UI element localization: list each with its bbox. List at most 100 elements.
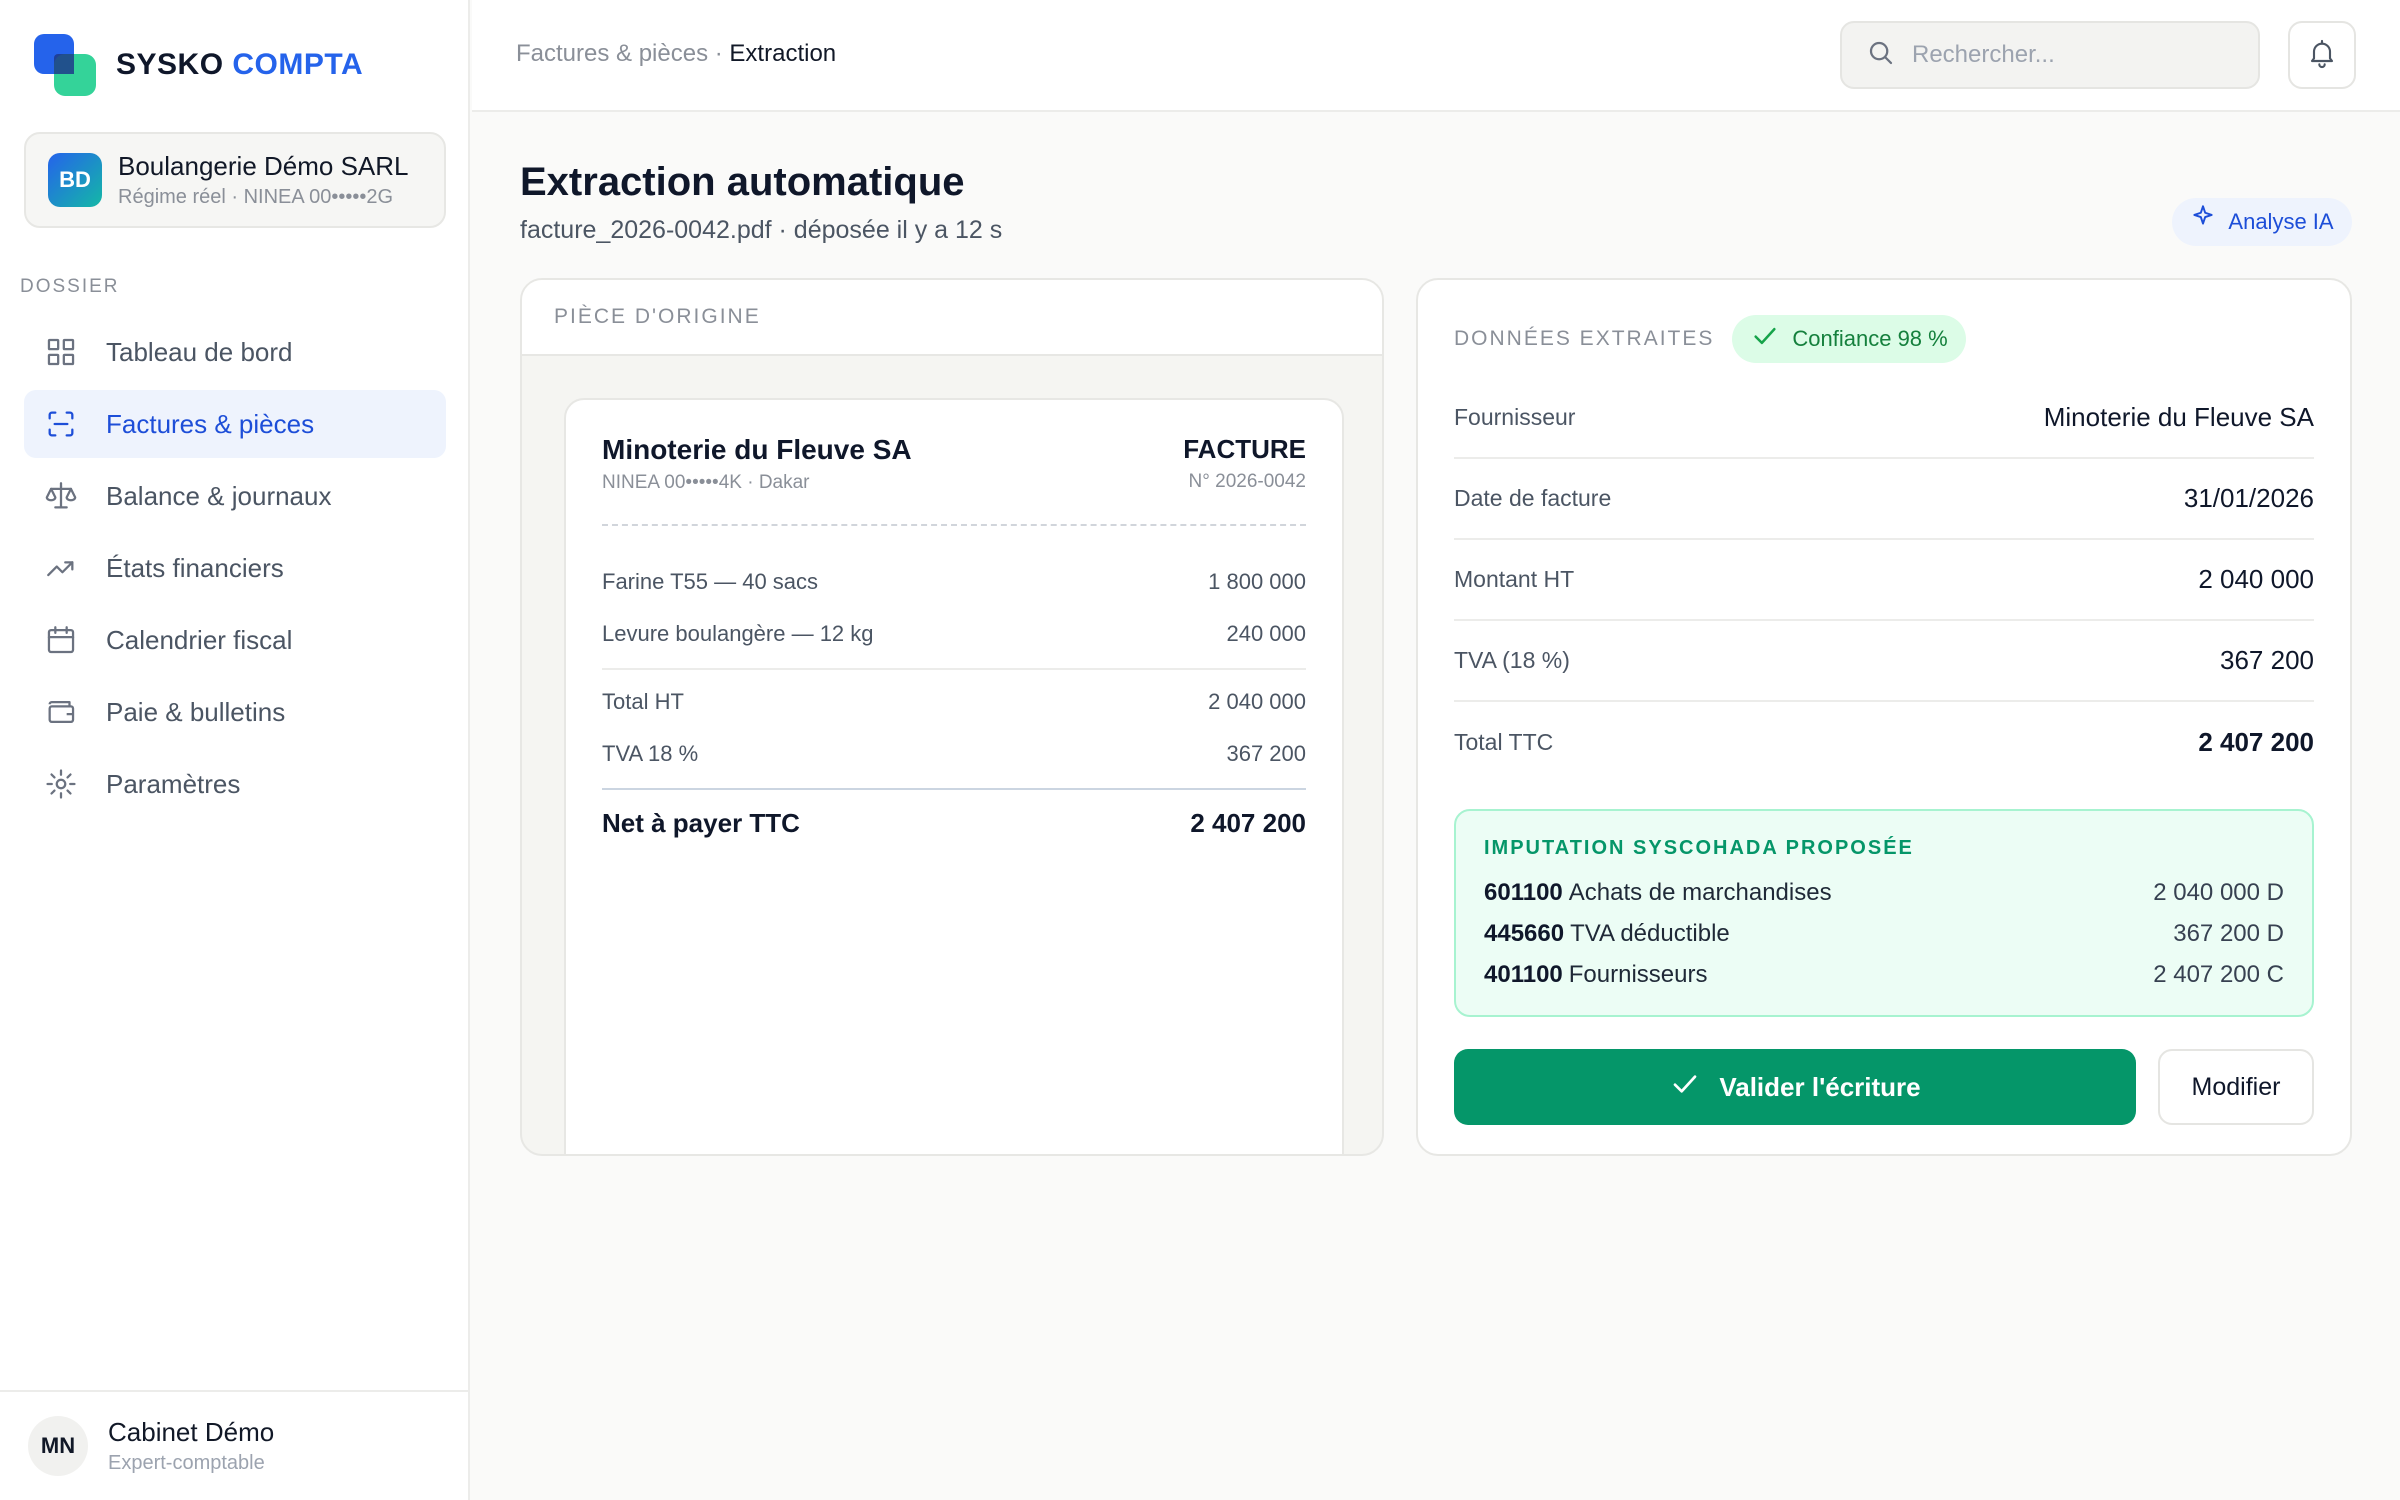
field-value: 2 040 000 [2198,564,2314,594]
invoice-line-amount: 240 000 [1226,621,1306,646]
validate-entry-label: Valider l'écriture [1719,1071,1921,1102]
imputation-amount: 2 407 200 C [2153,960,2284,988]
scan-icon [44,407,78,441]
sidebar-item-invoices[interactable]: Factures & pièces [24,390,446,458]
sidebar-item-fiscal-calendar[interactable]: Calendrier fiscal [24,606,446,674]
brand[interactable]: SYSKO COMPTA [34,34,363,96]
syscohada-imputation: IMPUTATION SYSCOHADA PROPOSÉE 601100 Acha… [1454,809,2314,1017]
field-vat[interactable]: TVA (18 %) 367 200 [1454,621,2314,702]
check-icon [1669,1068,1719,1107]
search-icon [1866,38,1896,73]
field-value: 31/01/2026 [2183,483,2314,513]
sidebar-nav: Tableau de bord Factures & pièces Balanc… [24,318,446,822]
company-name: Boulangerie Démo SARL [118,151,409,181]
field-label: Fournisseur [1454,404,1576,430]
user-name: Cabinet Démo [108,1417,275,1447]
field-amount-ht[interactable]: Montant HT 2 040 000 [1454,540,2314,621]
breadcrumb-parent[interactable]: Factures & pièces [516,40,708,67]
page-subtitle: facture_2026-0042.pdf · déposée il y a 1… [520,216,1003,244]
notifications-button[interactable] [2288,21,2356,89]
confidence-badge: Confiance 98 % [1732,315,1966,363]
invoice-supplier-sub: NINEA 00•••••4K · Dakar [602,472,810,493]
invoice-subtotal-label: Total HT [602,689,684,714]
company-switcher[interactable]: BD Boulangerie Démo SARL Régime réel · N… [24,132,446,228]
bell-icon [2306,37,2338,74]
invoice-subtotal: Total HT 2 040 000 [602,676,1306,728]
avatar: MN [28,1416,88,1476]
original-document-panel: PIÈCE D'ORIGINE Minoterie du Fleuve SA N… [520,278,1384,1156]
brand-logo-icon [34,34,98,96]
invoice-number: N° 2026-0042 [1188,471,1306,492]
invoice-line: Levure boulangère — 12 kg 240 000 [602,608,1306,660]
sidebar-item-dashboard[interactable]: Tableau de bord [24,318,446,386]
validate-entry-button[interactable]: Valider l'écriture [1454,1049,2136,1125]
field-supplier[interactable]: Fournisseur Minoterie du Fleuve SA [1454,378,2314,459]
brand-name: SYSKO COMPTA [116,48,364,81]
search-input[interactable] [1912,41,2242,69]
field-label: TVA (18 %) [1454,647,1570,673]
extracted-data-panel: DONNÉES EXTRAITES Confiance 98 % Fournis… [1416,278,2352,1156]
field-value: Minoterie du Fleuve SA [2043,402,2314,432]
ai-badge-label: Analyse IA [2228,209,2334,234]
check-icon [1750,321,1792,357]
invoice-total-amount: 2 407 200 [1190,807,1306,838]
invoice-total: Net à payer TTC 2 407 200 [602,794,1306,852]
invoice-subtotal: TVA 18 % 367 200 [602,728,1306,780]
invoice-supplier: Minoterie du Fleuve SA [602,434,912,465]
sidebar-item-balance[interactable]: Balance & journaux [24,462,446,530]
sidebar-item-label: Balance & journaux [106,480,332,511]
breadcrumb-current: Extraction [729,40,837,67]
sparkle-icon [2190,205,2228,235]
imputation-amount: 367 200 D [2173,919,2284,947]
sidebar-item-financial-statements[interactable]: États financiers [24,534,446,602]
imputation-label: TVA déductible [1570,919,1730,947]
ai-analysis-badge[interactable]: Analyse IA [2172,198,2352,246]
sidebar-item-label: Tableau de bord [106,336,293,367]
imputation-title: IMPUTATION SYSCOHADA PROPOSÉE [1484,837,1914,859]
invoice-preview: Minoterie du Fleuve SA NINEA 00•••••4K ·… [564,398,1344,1154]
imputation-account: 445660 [1484,919,1565,947]
invoice-divider [602,668,1306,670]
original-document-header: PIÈCE D'ORIGINE [522,280,1382,356]
trending-up-icon [44,551,78,585]
sidebar-item-label: États financiers [106,552,284,583]
field-label: Total TTC [1454,729,1554,755]
sidebar-item-label: Paie & bulletins [106,696,286,727]
company-avatar: BD [48,153,102,207]
sidebar-item-label: Paramètres [106,768,241,799]
topbar: Factures & pièces · Extraction [472,0,2400,112]
user-role: Expert-comptable [108,1452,265,1474]
sidebar-item-settings[interactable]: Paramètres [24,750,446,818]
invoice-line: Farine T55 — 40 sacs 1 800 000 [602,556,1306,608]
imputation-label: Achats de marchandises [1568,878,1832,906]
user-profile[interactable]: MN Cabinet Démo Expert-comptable [0,1390,470,1500]
wallet-icon [44,695,78,729]
imputation-row: 445660 TVA déductible 367 200 D [1484,913,2284,954]
sidebar-section-label: DOSSIER [20,276,120,297]
field-label: Date de facture [1454,485,1612,511]
calendar-icon [44,623,78,657]
extracted-data-header: DONNÉES EXTRAITES [1454,327,1715,350]
invoice-subtotal-amount: 2 040 000 [1208,689,1306,714]
modify-button[interactable]: Modifier [2158,1049,2314,1125]
search-box[interactable] [1840,21,2260,89]
invoice-doc-type: FACTURE [1183,434,1306,464]
invoice-divider [602,524,1306,526]
invoice-subtotal-amount: 367 200 [1226,741,1306,766]
sidebar-item-label: Factures & pièces [106,408,315,439]
gear-icon [44,767,78,801]
extracted-fields: Fournisseur Minoterie du Fleuve SA Date … [1454,378,2314,783]
invoice-line-label: Farine T55 — 40 sacs [602,569,819,594]
field-invoice-date[interactable]: Date de facture 31/01/2026 [1454,459,2314,540]
breadcrumb-separator: · [708,40,730,67]
field-total-ttc[interactable]: Total TTC 2 407 200 [1454,702,2314,783]
scale-icon [44,479,78,513]
imputation-account: 601100 [1484,878,1563,906]
field-value: 367 200 [2220,645,2314,675]
imputation-row: 401100 Fournisseurs 2 407 200 C [1484,954,2284,995]
sidebar-item-payroll[interactable]: Paie & bulletins [24,678,446,746]
invoice-line-amount: 1 800 000 [1208,569,1306,594]
invoice-total-label: Net à payer TTC [602,807,800,838]
breadcrumb: Factures & pièces · Extraction [516,40,836,68]
imputation-label: Fournisseurs [1568,960,1708,988]
